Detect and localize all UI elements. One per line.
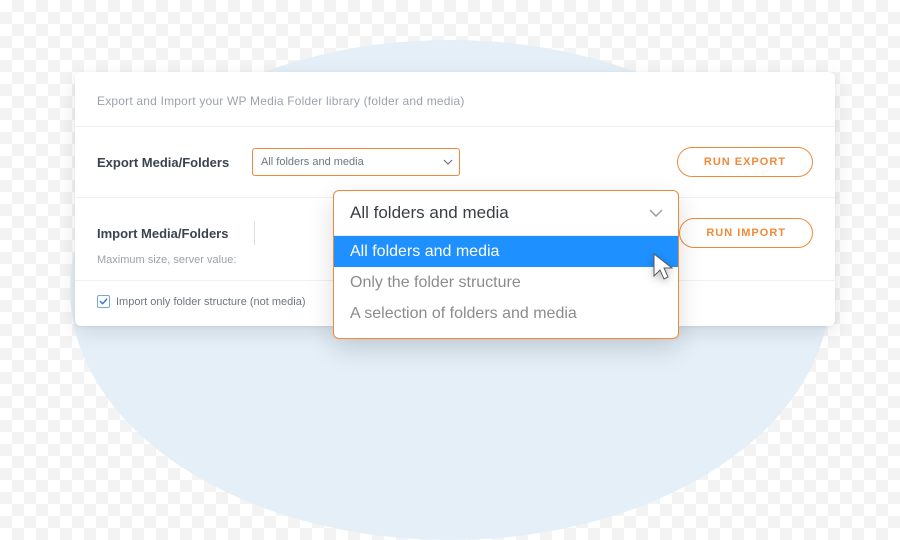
run-import-button[interactable]: RUN IMPORT [679,218,813,248]
dropdown-selected-label: All folders and media [350,203,509,222]
cursor-icon [652,252,678,287]
dropdown-option-structure[interactable]: Only the folder structure [334,267,678,298]
export-select[interactable]: All folders and media [252,148,460,176]
export-row: Export Media/Folders All folders and med… [75,126,835,197]
chevron-down-icon [648,203,664,223]
import-file-input[interactable] [254,221,258,245]
dropdown-selected[interactable]: All folders and media [334,191,678,236]
dropdown-option-selection[interactable]: A selection of folders and media [334,298,678,329]
dropdown-option-all[interactable]: All folders and media [334,236,678,267]
import-only-structure-checkbox[interactable] [97,295,110,308]
panel-description: Export and Import your WP Media Folder l… [75,94,835,126]
import-only-structure-label: Import only folder structure (not media) [116,296,306,308]
chevron-down-icon [443,159,453,165]
export-dropdown-open: All folders and media All folders and me… [333,190,679,339]
run-export-button[interactable]: RUN EXPORT [677,147,813,177]
check-icon [99,297,108,306]
dropdown-list: All folders and media Only the folder st… [334,236,678,338]
export-label: Export Media/Folders [97,155,252,170]
export-select-value: All folders and media [261,156,364,168]
import-label: Import Media/Folders [97,226,252,241]
